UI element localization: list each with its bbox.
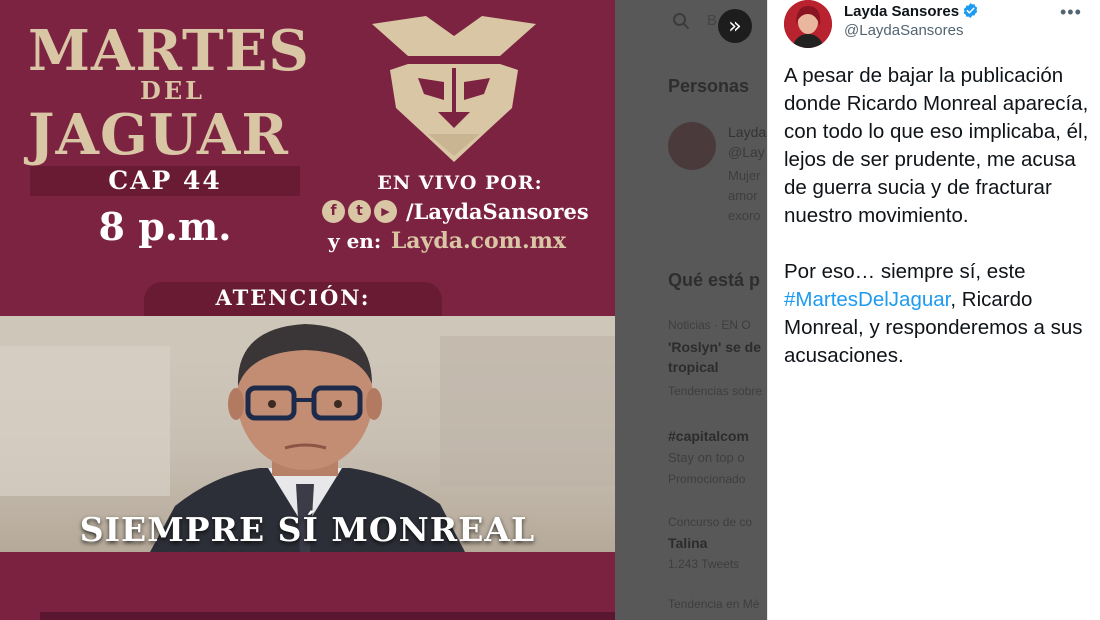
suggested-handle: @Lay [728,144,765,160]
verified-badge-icon [963,3,978,18]
title-jaguar: JAGUAR [28,102,289,168]
social-handle: /LaydaSansores [406,198,589,224]
photo-caption: SIEMPRE SÍ MONREAL [79,510,536,549]
live-label: EN VIVO POR: [377,172,543,194]
suggested-name[interactable]: Layda [728,124,766,140]
attention-label: ATENCIÓN: [215,285,371,310]
youtube-icon: ▶ [374,199,397,223]
trend-count: 1.243 Tweets [668,557,740,571]
twitter-icon: t [348,199,371,223]
trend-meta: Concurso de co [668,515,753,529]
facebook-icon: f [322,199,345,223]
trend-title[interactable]: Talina [668,535,707,551]
hashtag-link[interactable]: #MartesDelJaguar [784,288,950,311]
website-url: Layda.com.mx [390,228,567,254]
tweet-paragraph: Por eso… siempre sí, este #MartesDelJagu… [784,258,1094,370]
tweet-paragraph: A pesar de bajar la publicación donde Ri… [784,64,1089,227]
search-input[interactable]: B [707,12,717,29]
display-name[interactable]: Layda Sansores [844,3,959,20]
trend-title[interactable]: #capitalcom [668,428,749,444]
trend-title[interactable]: tropical [668,359,719,375]
tweet-panel: Layda Sansores @LaydaSansores ••• A pesa… [767,0,1100,620]
title-del: DEL [140,76,205,105]
media-footer-band [0,552,615,620]
portrait-photo: SIEMPRE SÍ MONREAL [0,316,615,552]
tweet-text-segment: Por eso… siempre sí, este [784,260,1026,283]
trend-meta: Noticias · EN O [668,318,751,332]
jaguar-logo-icon [372,16,536,162]
trend-subtext: Tendencias sobre [668,384,763,398]
more-options-icon[interactable]: ••• [1060,2,1082,23]
expand-panel-button[interactable]: » [718,9,752,43]
media-image[interactable]: MARTES DEL JAGUAR CAP 44 8 p.m. EN VIVO … [0,0,615,620]
trend-title[interactable]: 'Roslyn' se de [668,339,761,355]
suggested-bio-line: Mujer [728,168,761,183]
search-icon [673,13,690,30]
suggested-bio-line: amor [728,188,758,203]
display-name-row[interactable]: Layda Sansores [844,2,979,20]
trend-meta: Tendencia en Mé [668,597,760,611]
title-martes: MARTES [28,18,310,84]
avatar[interactable] [784,0,832,48]
username[interactable]: @LaydaSansores [844,22,963,39]
website-row: y en: Layda.com.mx [328,228,566,254]
avatar-portrait [784,0,832,48]
episode-label: CAP 44 [108,166,222,195]
social-row: f t ▶ /LaydaSansores [322,198,589,224]
suggested-bio-line: exoro [728,208,761,223]
trending-heading: Qué está p [668,270,761,290]
suggested-avatar[interactable] [668,122,716,170]
website-prefix: y en: [328,229,382,253]
trend-subtext: Stay on top o [668,450,745,465]
media-footer-strip [40,612,615,620]
who-to-follow-heading: Personas [668,76,750,96]
promoted-label: Promocionado [668,472,746,486]
tweet-text: A pesar de bajar la publicación donde Ri… [784,62,1094,398]
broadcast-time: 8 p.m. [98,204,232,249]
